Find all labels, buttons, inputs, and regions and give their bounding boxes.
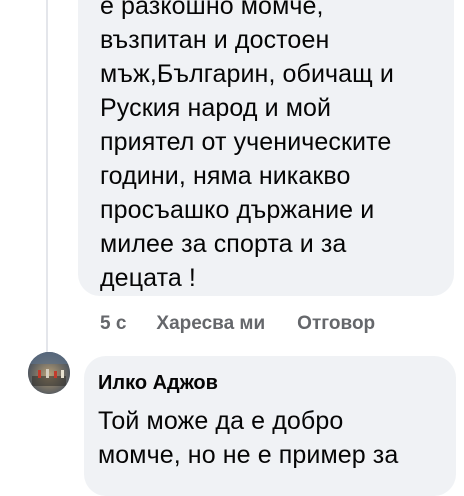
- comment-actions: 5 с Харесва ми Отговор: [100, 313, 375, 335]
- avatar[interactable]: [28, 352, 70, 394]
- comment-text: е разкошно момче, възпитан и достоен мъж…: [100, 0, 394, 292]
- comment-bubble: е разкошно момче, възпитан и достоен мъж…: [78, 0, 454, 296]
- reply-button[interactable]: Отговор: [297, 313, 375, 335]
- comment-author-name[interactable]: Илко Аджов: [98, 370, 440, 396]
- reply-thread-line: [46, 0, 48, 340]
- comment-timestamp[interactable]: 5 с: [100, 313, 126, 335]
- avatar-image: [28, 352, 70, 394]
- comment-text: Той може да е добро момче, но не е приме…: [98, 407, 399, 469]
- like-button[interactable]: Харесва ми: [156, 313, 265, 335]
- comment-bubble: Илко Аджов Той може да е добро момче, но…: [84, 356, 456, 496]
